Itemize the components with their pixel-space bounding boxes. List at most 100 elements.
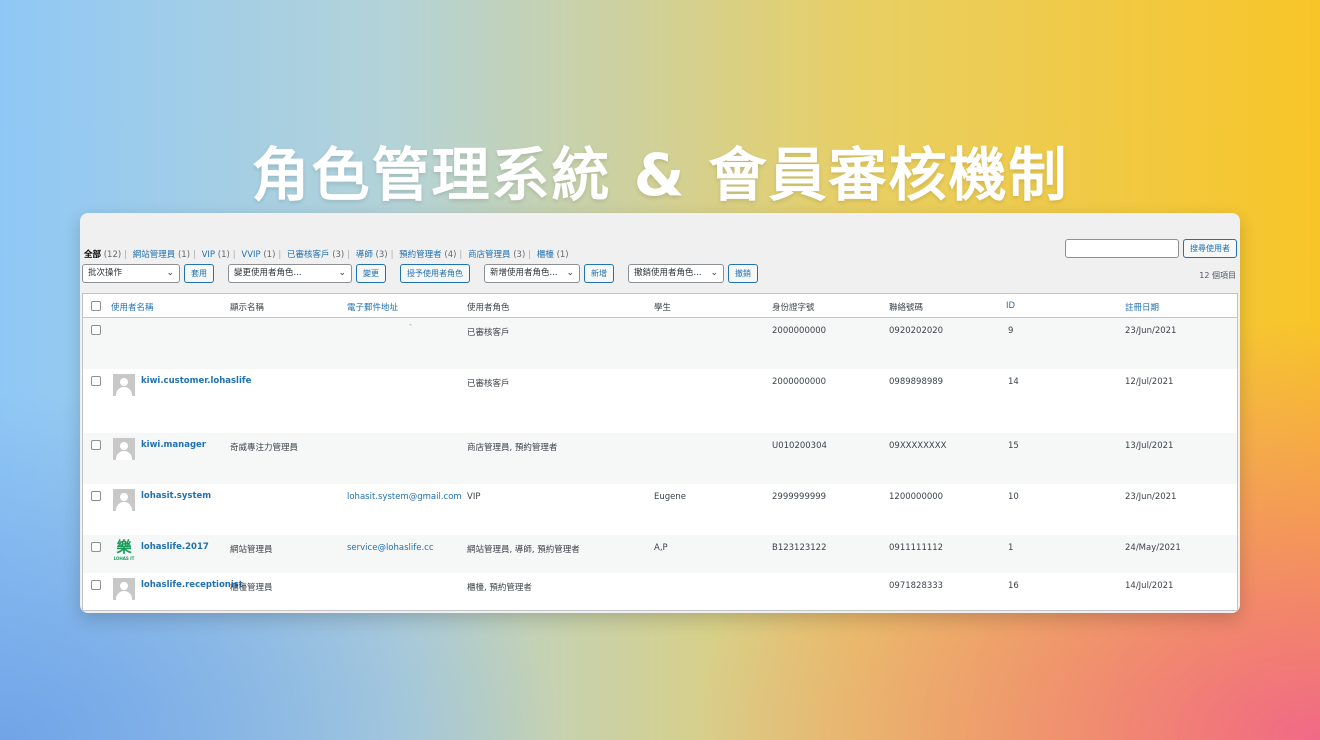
email-link[interactable]: service@lohaslife.cc [347,543,434,553]
filter-vvip[interactable]: VVIP (1) [241,250,275,260]
chevron-down-icon: ⌄ [166,268,174,278]
table-row: lohaslife.receptionist 櫃檯管理員 櫃檯, 預約管理者 0… [83,573,1237,611]
user-id: 9 [1008,326,1014,336]
filter-shop-manager[interactable]: 商店管理員 (3) [468,250,525,260]
row-checkbox[interactable] [91,491,101,501]
chevron-down-icon: ⌄ [566,268,574,278]
registered-date: 24/May/2021 [1125,543,1181,553]
bulk-action-select[interactable]: 批次操作 ⌄ [82,264,180,283]
username-link[interactable]: lohaslife.receptionist [141,579,243,591]
select-all-checkbox[interactable] [91,301,101,311]
add-role-button[interactable]: 新增 [584,264,614,283]
user-role: 商店管理員, 預約管理者 [467,443,558,453]
col-display-name: 顯示名稱 [230,303,265,313]
col-registered[interactable]: 註冊日期 [1125,301,1159,313]
display-name: 奇威專注力管理員 [230,443,299,453]
change-role-button[interactable]: 變更 [356,264,386,283]
filter-booking-manager[interactable]: 預約管理者 (4) [399,250,456,260]
filter-all[interactable]: 全部 (12) [84,250,121,260]
table-row: kiwi.customer.lohaslife 已審核客戶 2000000000… [83,369,1237,433]
table-row: - 已審核客戶 2000000000 0920202020 9 23/Jun/2… [83,318,1237,369]
users-table: 使用者名稱 顯示名稱 電子郵件地址 使用者角色 學生 身份證字號 聯絡號碼 ID… [82,293,1238,611]
table-row: lohasit.system lohasit.system@gmail.com … [83,484,1237,535]
row-checkbox[interactable] [91,542,101,552]
user-id: 15 [1008,441,1019,451]
user-id: 14 [1008,377,1019,387]
col-student: 學生 [654,303,672,313]
email-link[interactable]: - [409,320,412,330]
user-id: 10 [1008,492,1019,502]
revoke-role-button[interactable]: 撤銷 [728,264,758,283]
student: Eugene [654,492,686,502]
grant-role-button[interactable]: 授予使用者角色 [400,264,470,283]
phone: 0989898989 [889,377,944,387]
table-row: kiwi.manager 奇威專注力管理員 商店管理員, 預約管理者 U0102… [83,433,1237,484]
phone: 0971828333 [889,581,944,591]
row-checkbox[interactable] [91,580,101,590]
row-checkbox[interactable] [91,440,101,450]
default-avatar-icon [113,578,135,600]
apply-button[interactable]: 套用 [184,264,214,283]
display-name: 網站管理員 [230,545,273,555]
filter-admin[interactable]: 網站管理員 (1) [133,250,190,260]
username-link[interactable]: lohaslife.2017 [141,541,219,553]
registered-date: 13/Jul/2021 [1125,441,1174,451]
col-phone: 聯絡號碼 [889,303,924,313]
id-number: U010200304 [772,441,827,451]
user-role: 已審核客戶 [467,328,510,338]
chevron-down-icon: ⌄ [710,268,718,278]
filter-verified-customer[interactable]: 已審核客戶 (3) [287,250,344,260]
display-name: 櫃檯管理員 [230,583,273,593]
bulk-toolbar: 批次操作 ⌄ 套用 變更使用者角色... ⌄ 變更 授予使用者角色 新增使用者角色.… [82,264,758,283]
user-role: VIP [467,492,481,502]
search-users-button[interactable]: 搜尋使用者 [1183,239,1237,258]
search-input[interactable] [1065,239,1179,258]
col-role: 使用者角色 [467,303,510,313]
phone: 0911111112 [889,543,944,553]
student: A,P [654,543,668,553]
user-search: 搜尋使用者 [1065,239,1237,258]
table-header: 使用者名稱 顯示名稱 電子郵件地址 使用者角色 學生 身份證字號 聯絡號碼 ID… [83,294,1237,318]
col-email[interactable]: 電子郵件地址 [347,301,398,313]
table-row: 樂 LOHAS IT lohaslife.2017 網站管理員 service@l… [83,535,1237,573]
default-avatar-icon [113,489,135,511]
filter-reception[interactable]: 櫃檯 (1) [537,250,569,260]
phone: 0920202020 [889,326,944,336]
user-id: 16 [1008,581,1019,591]
page-headline: 角色管理系統 & 會員審核機制 [251,141,1069,209]
username-link[interactable]: kiwi.manager [141,439,219,451]
col-username[interactable]: 使用者名稱 [111,301,154,313]
username-link[interactable]: kiwi.customer.lohaslife [141,375,251,387]
row-checkbox[interactable] [91,325,101,335]
change-role-select[interactable]: 變更使用者角色... ⌄ [228,264,352,283]
id-number: B123123122 [772,543,827,553]
username-link[interactable]: lohasit.system [141,490,219,502]
filter-tutor[interactable]: 導師 (3) [356,250,388,260]
phone: 09XXXXXXXX [889,441,947,451]
chevron-down-icon: ⌄ [338,268,346,278]
item-count: 12 個項目 [1199,271,1236,280]
row-checkbox[interactable] [91,376,101,386]
role-filter-links: 全部 (12) | 網站管理員 (1) | VIP (1) | VVIP (1) | 已… [84,250,569,260]
users-admin-panel: 全部 (12) | 網站管理員 (1) | VIP (1) | VVIP (1) | 已… [80,213,1240,613]
user-role: 已審核客戶 [467,379,510,389]
default-avatar-icon [113,374,135,396]
revoke-role-select[interactable]: 撤銷使用者角色... ⌄ [628,264,724,283]
filter-vip[interactable]: VIP (1) [202,250,230,260]
lohas-logo-icon: 樂 LOHAS IT [113,538,135,561]
add-role-select[interactable]: 新增使用者角色... ⌄ [484,264,580,283]
registered-date: 12/Jul/2021 [1125,377,1174,387]
phone: 1200000000 [889,492,944,502]
registered-date: 23/Jun/2021 [1125,492,1177,502]
user-role: 網站管理員, 導師, 預約管理者 [467,545,580,555]
registered-date: 23/Jun/2021 [1125,326,1177,336]
id-number: 2000000000 [772,326,827,336]
id-number: 2999999999 [772,492,827,502]
user-role: 櫃檯, 預約管理者 [467,583,532,593]
default-avatar-icon [113,438,135,460]
registered-date: 14/Jul/2021 [1125,581,1174,591]
id-number: 2000000000 [772,377,827,387]
col-id-number: 身份證字號 [772,303,815,313]
email-link[interactable]: lohasit.system@gmail.com [347,492,462,502]
col-id[interactable]: ID [1006,301,1015,311]
